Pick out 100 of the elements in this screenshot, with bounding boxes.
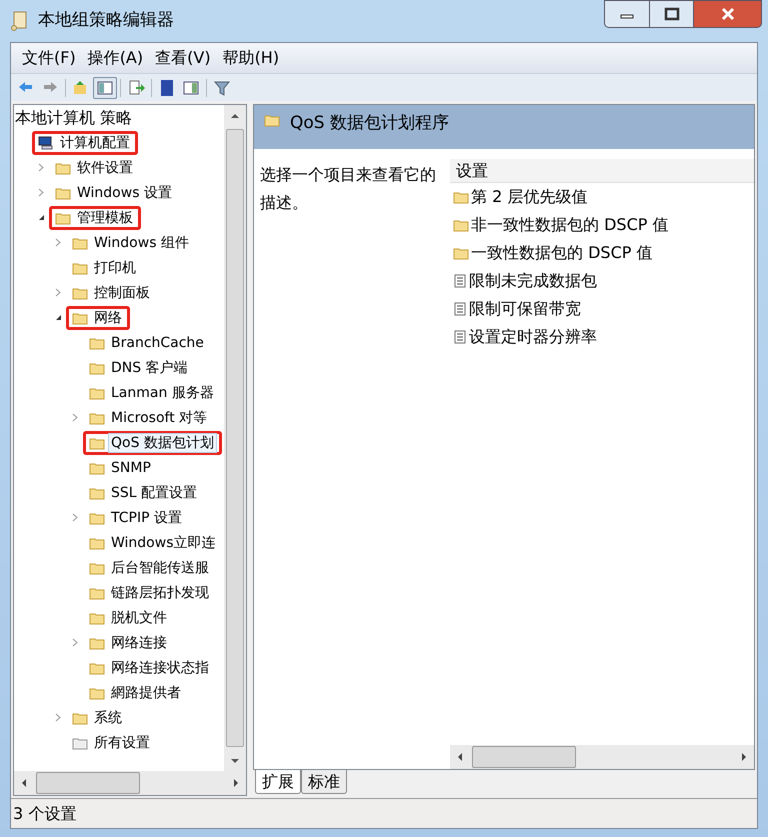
list-item[interactable]: 一致性数据包的 DSCP 值 [450, 239, 754, 267]
list-item[interactable]: 设置定时器分辨率 [450, 323, 754, 351]
view-tab[interactable]: 扩展 [255, 770, 301, 794]
minimize-button[interactable] [604, 0, 650, 28]
setting-page-icon [453, 302, 467, 316]
folder-icon [89, 536, 105, 550]
expanded-triangle-icon[interactable] [38, 214, 44, 221]
computer-icon [38, 136, 54, 150]
folder-icon [72, 736, 88, 750]
tree-item[interactable]: 网络连接状态指 [83, 656, 217, 680]
menu-item[interactable]: 帮助(H) [218, 46, 284, 70]
scroll-thumb[interactable] [226, 129, 244, 747]
view-tab[interactable]: 标准 [301, 770, 347, 794]
folder-icon [89, 686, 105, 700]
expand-chevron-icon[interactable] [72, 413, 78, 422]
folder-icon [72, 310, 88, 324]
tree-item[interactable]: 网络连接 [83, 630, 175, 654]
folder-icon [89, 586, 105, 600]
tree-item[interactable]: QoS 数据包计划 [83, 430, 222, 454]
folder-icon [89, 460, 105, 474]
tree-item[interactable]: 控制面板 [66, 280, 158, 304]
folder-icon [453, 190, 469, 204]
folder-icon [89, 660, 105, 674]
folder-icon [55, 210, 71, 224]
tree-item[interactable]: 系统 [66, 706, 130, 730]
folder-icon [89, 636, 105, 650]
folder-icon [55, 186, 71, 200]
folder-icon [89, 560, 105, 574]
folder-icon [72, 286, 88, 300]
tree-item[interactable]: 计算机配置 [32, 130, 138, 154]
menu-item[interactable]: 操作(A) [82, 46, 148, 70]
scroll-thumb[interactable] [472, 746, 576, 768]
folder-icon [89, 610, 105, 624]
scroll-left-icon[interactable] [20, 778, 28, 788]
expand-chevron-icon[interactable] [55, 288, 61, 297]
tree-item[interactable]: 软件设置 [49, 156, 141, 180]
expand-chevron-icon[interactable] [55, 713, 61, 722]
folder-icon [89, 486, 105, 500]
maximize-button[interactable] [650, 0, 694, 28]
horizontal-scrollbar[interactable] [450, 745, 754, 769]
horizontal-scrollbar[interactable] [14, 771, 246, 795]
tree-item[interactable]: 打印机 [66, 256, 144, 280]
vertical-scrollbar[interactable] [224, 105, 246, 771]
tree-item[interactable]: SSL 配置设置 [83, 480, 206, 504]
expanded-triangle-icon[interactable] [54, 314, 62, 321]
folder-icon [453, 246, 469, 260]
folder-icon [264, 113, 280, 127]
list-item[interactable]: 非一致性数据包的 DSCP 值 [450, 211, 754, 239]
tree-item[interactable]: 后台智能传送服 [83, 556, 217, 580]
tree-item[interactable]: Windows 组件 [66, 230, 197, 254]
folder-icon [89, 410, 105, 424]
tree-item[interactable]: TCPIP 设置 [83, 506, 190, 530]
tree-item[interactable]: BranchCache [83, 330, 212, 354]
expand-chevron-icon[interactable] [72, 513, 78, 522]
scroll-left-icon[interactable] [456, 752, 464, 762]
tree-pane-icon[interactable] [93, 76, 117, 98]
description-text: 选择一个项目来查看它的描述。 [259, 164, 437, 214]
folder-icon [55, 160, 71, 174]
tree-item[interactable]: Lanman 服务器 [83, 380, 222, 404]
tree-item[interactable]: Windows立即连 [83, 530, 224, 554]
expand-chevron-icon[interactable] [72, 638, 78, 647]
folder-icon [453, 218, 469, 232]
scroll-thumb[interactable] [36, 772, 140, 794]
list-item[interactable]: 限制未完成数据包 [450, 267, 754, 295]
folder-icon [89, 436, 105, 450]
folder-icon [72, 236, 88, 250]
tree-item[interactable]: 所有设置 [66, 730, 158, 754]
scroll-right-icon[interactable] [740, 752, 748, 762]
folder-icon [89, 510, 105, 524]
folder-icon [89, 386, 105, 400]
detail-title: QoS 数据包计划程序 [290, 113, 449, 133]
expand-chevron-icon[interactable] [38, 163, 44, 172]
tree-item[interactable]: 链路层拓扑发现 [83, 580, 217, 604]
close-button[interactable] [694, 0, 762, 28]
tree-item[interactable]: 管理模板 [49, 206, 141, 230]
menu-item[interactable]: 文件(F) [17, 46, 81, 70]
tree-item[interactable]: DNS 客户端 [83, 356, 196, 380]
menu-item[interactable]: 查看(V) [150, 46, 216, 70]
list-item[interactable]: 第 2 层优先级值 [450, 183, 754, 211]
close-icon [720, 7, 736, 21]
tree-item[interactable]: 网络 [66, 306, 130, 330]
tree-item[interactable]: Microsoft 对等 [83, 406, 216, 430]
column-header[interactable]: 设置 [450, 159, 754, 183]
list-item[interactable]: 限制可保留带宽 [450, 295, 754, 323]
window-title: 本地组策略编辑器 [38, 9, 174, 32]
tree-item[interactable]: SNMP [83, 456, 159, 480]
tree-item[interactable]: Windows 设置 [49, 180, 180, 204]
folder-icon [72, 710, 88, 724]
tree-root[interactable]: 本地计算机 策略 [14, 105, 224, 130]
maximize-icon [664, 7, 680, 21]
expand-chevron-icon[interactable] [38, 188, 44, 197]
tree-item[interactable]: 網路提供者 [83, 680, 189, 704]
tree-item[interactable]: 脱机文件 [83, 606, 175, 630]
folder-icon [72, 260, 88, 274]
folder-icon [89, 336, 105, 350]
expand-chevron-icon[interactable] [55, 238, 61, 247]
scroll-right-icon[interactable] [232, 778, 240, 788]
setting-page-icon [453, 274, 467, 288]
status-text: 3 个设置 [13, 802, 76, 824]
folder-icon [89, 360, 105, 374]
